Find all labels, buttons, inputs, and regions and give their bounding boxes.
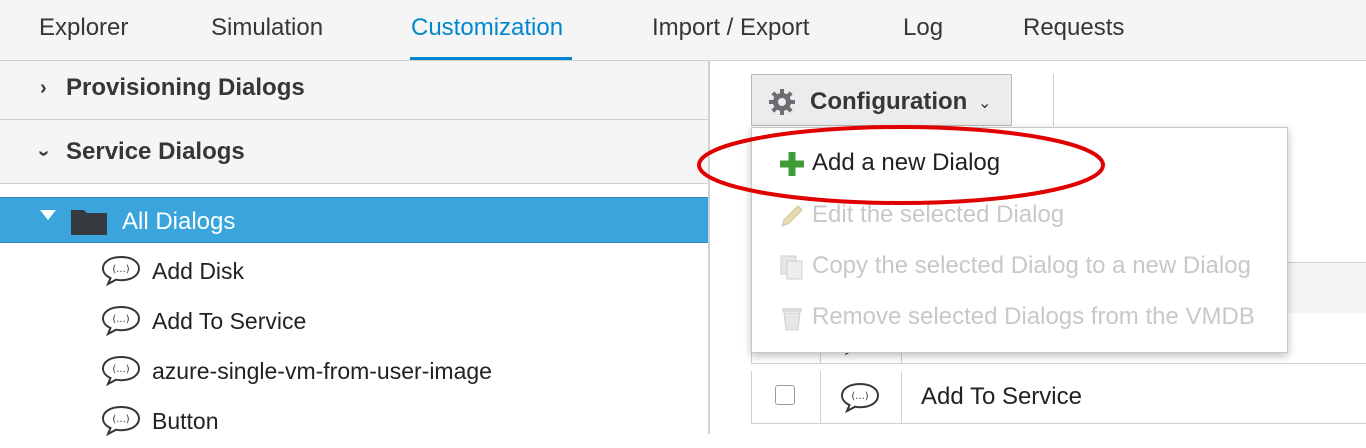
- panel-divider[interactable]: [708, 61, 710, 434]
- tree-node-label: Button: [152, 408, 219, 434]
- svg-text:(...): (...): [851, 391, 868, 402]
- row-label: Add To Service: [921, 383, 1082, 410]
- toolbar-separator: [1053, 74, 1054, 126]
- svg-text:(...): (...): [112, 364, 129, 375]
- row-checkbox[interactable]: [775, 385, 795, 405]
- sidebar: › Provisioning Dialogs › Service Dialogs…: [0, 61, 708, 436]
- chevron-down-icon: ›: [32, 150, 55, 157]
- tree-node-add-disk[interactable]: (...) Add Disk: [0, 248, 708, 298]
- checkbox-cell: [751, 371, 821, 423]
- tree-node-all-dialogs[interactable]: All Dialogs: [0, 197, 708, 243]
- menu-item-label: Add a new Dialog: [812, 149, 1001, 176]
- menu-item-copy-dialog[interactable]: Copy the selected Dialog to a new Dialog: [752, 241, 1287, 291]
- dialog-bubble-icon: (...): [101, 405, 141, 436]
- tab-requests[interactable]: Requests: [1023, 14, 1124, 42]
- accordion-label: Service Dialogs: [66, 138, 245, 165]
- svg-text:(...): (...): [112, 314, 129, 325]
- dialog-bubble-icon: (...): [101, 255, 141, 286]
- chevron-down-icon: ⌄: [978, 95, 992, 112]
- icon-cell: (...): [819, 371, 902, 423]
- tree-node-azure-single-vm[interactable]: (...) azure-single-vm-from-user-image: [0, 348, 708, 398]
- tab-simulation[interactable]: Simulation: [211, 14, 323, 42]
- configuration-label: Configuration: [810, 88, 968, 115]
- menu-item-add-new-dialog[interactable]: Add a new Dialog: [752, 138, 1287, 188]
- expand-triangle-icon[interactable]: [40, 210, 56, 220]
- folder-icon: [71, 210, 107, 235]
- dialog-bubble-icon: (...): [840, 382, 880, 413]
- pencil-icon: [781, 205, 803, 227]
- accordion-service-dialogs[interactable]: › Service Dialogs: [0, 120, 708, 184]
- tree-node-label: Add Disk: [152, 258, 245, 284]
- tree-node-label: Add To Service: [152, 308, 307, 334]
- dialog-bubble-icon: (...): [101, 355, 141, 386]
- accordion-label: Provisioning Dialogs: [66, 74, 305, 101]
- tab-customization[interactable]: Customization: [411, 14, 563, 42]
- tree-node-label: All Dialogs: [122, 208, 236, 235]
- menu-item-label: Edit the selected Dialog: [812, 201, 1065, 228]
- svg-text:(...): (...): [112, 414, 129, 425]
- menu-item-label: Remove selected Dialogs from the VMDB: [812, 303, 1255, 330]
- menu-item-label: Copy the selected Dialog to a new Dialog: [812, 252, 1251, 279]
- trash-icon: [782, 308, 802, 331]
- configuration-button[interactable]: Configuration ⌄: [751, 74, 1012, 126]
- menu-item-edit-dialog[interactable]: Edit the selected Dialog: [752, 190, 1287, 240]
- main-tab-bar: Explorer Simulation Customization Import…: [0, 0, 1366, 61]
- tab-import-export[interactable]: Import / Export: [652, 14, 809, 42]
- configuration-menu: Add a new Dialog Edit the selected Dialo…: [751, 127, 1288, 353]
- table-row[interactable]: (...) Add To Service: [751, 371, 1366, 424]
- tab-log[interactable]: Log: [903, 14, 943, 42]
- chevron-right-icon: ›: [40, 77, 47, 99]
- menu-item-remove-dialogs[interactable]: Remove selected Dialogs from the VMDB: [752, 292, 1287, 342]
- copy-icon: [780, 255, 803, 280]
- gear-icon: [769, 89, 795, 115]
- tree-node-add-to-service[interactable]: (...) Add To Service: [0, 298, 708, 348]
- tab-explorer[interactable]: Explorer: [39, 14, 128, 42]
- dialog-bubble-icon: (...): [101, 305, 141, 336]
- tree-node-label: azure-single-vm-from-user-image: [152, 358, 492, 384]
- svg-text:(...): (...): [112, 264, 129, 275]
- active-tab-indicator: [410, 57, 572, 60]
- tree-node-button[interactable]: (...) Button: [0, 398, 708, 448]
- accordion-provisioning-dialogs[interactable]: › Provisioning Dialogs: [0, 61, 708, 120]
- plus-icon: [780, 152, 804, 176]
